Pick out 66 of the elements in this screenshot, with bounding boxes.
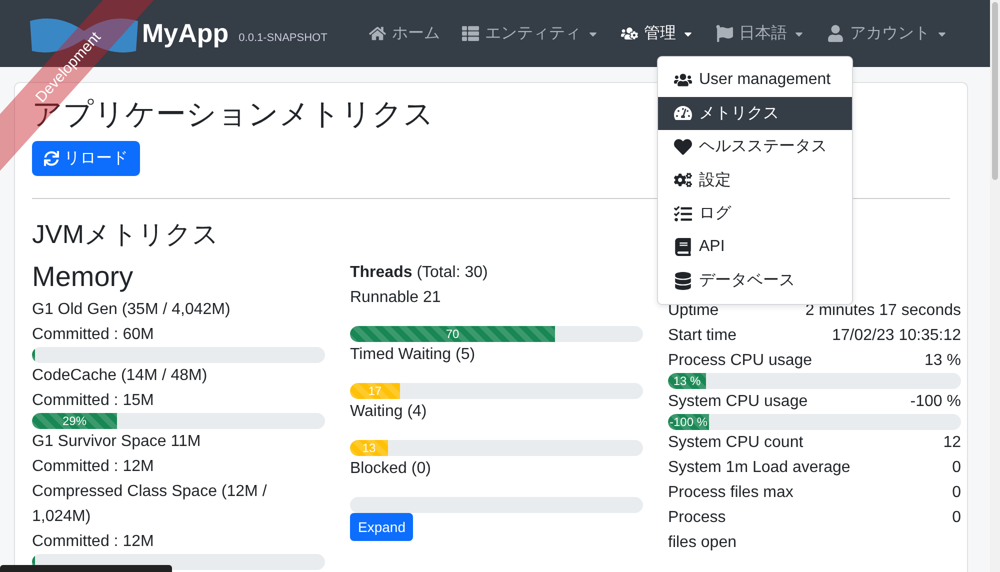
threads-heading: Threads (Total: 30) <box>350 263 489 284</box>
reload-button[interactable]: リロード <box>32 141 140 176</box>
metric-label: Process files max <box>668 483 794 504</box>
metric-label: Process CPU usage <box>668 351 812 372</box>
metric-label: Start time <box>668 326 736 346</box>
metric-label: System 1m Load average <box>668 458 850 478</box>
users-gear-icon <box>621 25 638 42</box>
checklist-icon <box>674 204 692 223</box>
thread-state-label: Timed Waiting (5) <box>350 345 476 366</box>
book-icon <box>674 238 692 256</box>
menu-item[interactable]: API <box>658 230 852 264</box>
thread-state-label: Waiting (4) <box>350 402 428 422</box>
thread-state-label: Runnable 21 <box>350 288 442 308</box>
users-icon <box>674 70 692 89</box>
menu-item[interactable]: データベース <box>658 264 852 298</box>
memory-pool-name: G1 Survivor Space 11M <box>32 432 202 452</box>
nav-item[interactable]: 日本語 <box>716 23 805 44</box>
nav-item[interactable]: 管理 <box>621 23 694 44</box>
user-icon <box>827 25 844 42</box>
thread-state-label: Blocked (0) <box>350 459 432 480</box>
database-icon <box>674 272 692 290</box>
memory-pool-name: Compressed Class Space (12M / 1,024M) <box>32 482 268 528</box>
metric-label: Uptime <box>668 301 719 322</box>
metric-label: Process files open <box>668 508 736 554</box>
menu-item[interactable]: ログ <box>658 197 852 230</box>
progress-fill: 13 % <box>668 373 706 390</box>
gauge-icon <box>674 104 692 122</box>
menu-item[interactable]: User management <box>658 63 852 96</box>
menu-item[interactable]: 設定 <box>658 164 852 197</box>
heart-icon <box>674 138 692 156</box>
committed-label: Committed : 12M <box>32 457 155 478</box>
metric-value: 13 % <box>924 351 961 372</box>
section-title: JVMメトリクス <box>32 219 219 250</box>
metric-value: 17/02/23 10:35:12 <box>832 326 961 346</box>
metric-value: -100 % <box>910 392 961 412</box>
progress-fill: -100 % <box>668 414 710 430</box>
memory-title: Memory <box>32 260 134 294</box>
metric-value: 12 <box>943 433 961 454</box>
menu-item[interactable]: ヘルスステータス <box>658 130 852 164</box>
committed-label: Committed : 60M <box>32 325 155 346</box>
progress-fill: 70 <box>350 326 556 342</box>
expand-button[interactable]: Expand <box>350 513 414 542</box>
list-icon <box>462 25 479 42</box>
metric-value: 0 <box>952 483 961 504</box>
committed-label: Committed : 12M <box>32 532 155 552</box>
progress-fill: 17 <box>350 383 400 400</box>
menu-item[interactable]: メトリクス <box>658 96 852 130</box>
nav-item[interactable]: ホーム <box>369 23 440 44</box>
metric-label: System CPU usage <box>668 392 808 412</box>
gears-icon <box>674 171 692 190</box>
metric-value: 0 <box>952 458 961 478</box>
committed-label: Committed : 15M <box>32 391 155 412</box>
nav-item[interactable]: エンティティ <box>462 23 599 44</box>
refresh-icon <box>44 151 59 166</box>
flag-icon <box>716 25 733 42</box>
memory-pool-name: CodeCache (14M / 48M) <box>32 366 208 386</box>
progress-fill: 13 <box>350 440 388 456</box>
scrollbar[interactable] <box>990 0 1000 572</box>
metric-value: 0 <box>952 508 961 528</box>
version-label: 0.0.1-SNAPSHOT <box>238 32 328 44</box>
home-icon <box>369 25 386 42</box>
metric-label: System CPU count <box>668 433 804 454</box>
progress-fill: 29% <box>32 413 117 430</box>
brand-name: MyApp <box>142 18 229 49</box>
nav-item[interactable]: アカウント <box>827 23 948 44</box>
memory-pool-name: G1 Old Gen (35M / 4,042M) <box>32 300 232 320</box>
